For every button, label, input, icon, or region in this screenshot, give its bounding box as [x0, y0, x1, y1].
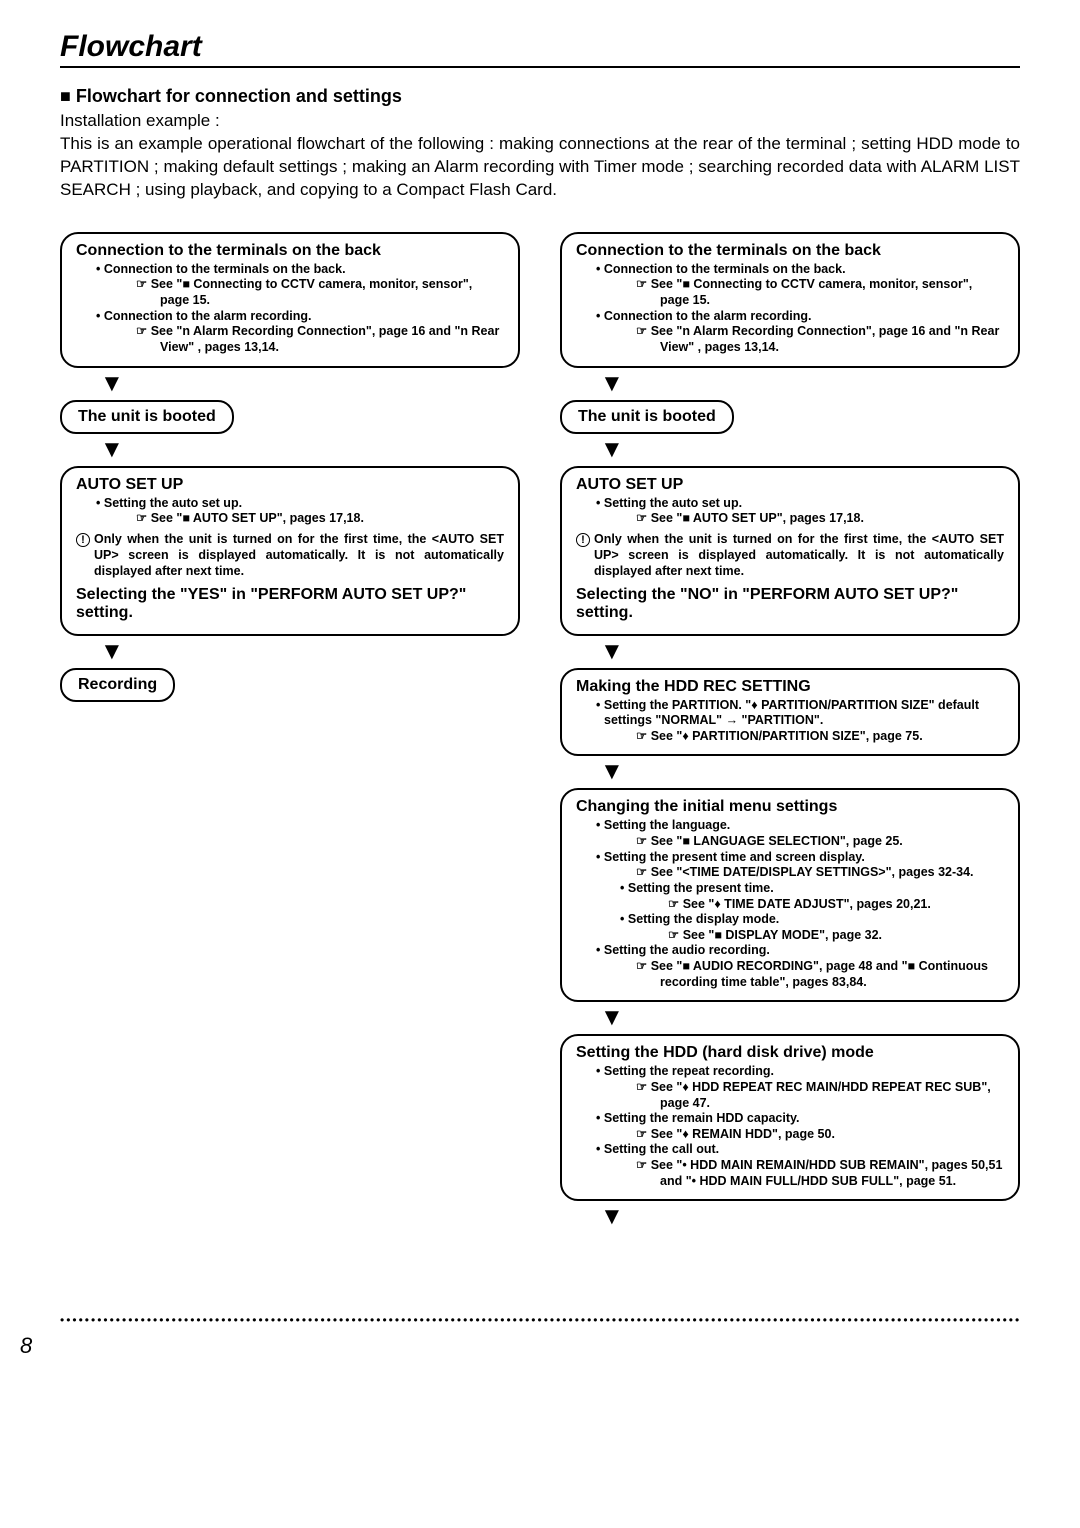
down-arrow-icon: ▼ [60, 636, 520, 668]
down-arrow-icon: ▼ [560, 434, 1020, 466]
down-arrow-icon: ▼ [560, 1201, 1020, 1233]
autoset-note: ! Only when the unit is turned on for the… [76, 531, 504, 580]
list-item: Setting the PARTITION. "♦ PARTITION/PART… [576, 698, 1004, 729]
page-footer-divider: ••••••••••••••••••••••••••••••••••••••••… [60, 1313, 1020, 1327]
autoset-note-text: Only when the unit is turned on for the … [94, 532, 504, 579]
box-hdd-rec-setting: Making the HDD REC SETTING Setting the P… [560, 668, 1020, 757]
box-booted-left: The unit is booted [60, 400, 234, 434]
list-item: Setting the repeat recording. [576, 1064, 1004, 1080]
cross-reference: See "■ LANGUAGE SELECTION", page 25. [576, 834, 1004, 850]
cross-reference: See "• HDD MAIN REMAIN/HDD SUB REMAIN", … [576, 1158, 1004, 1189]
flowchart-columns: Connection to the terminals on the back … [60, 232, 1020, 1234]
hddrec-title: Making the HDD REC SETTING [576, 678, 1004, 696]
autoset-title: AUTO SET UP [576, 476, 1004, 494]
page-number: 8 [20, 1333, 1020, 1359]
cross-reference: See "■ Connecting to CCTV camera, monito… [76, 277, 504, 308]
list-item: Setting the present time and screen disp… [576, 850, 1004, 866]
caution-icon: ! [76, 533, 90, 547]
list-item: Setting the call out. [576, 1142, 1004, 1158]
box-connection-right: Connection to the terminals on the back … [560, 232, 1020, 368]
list-item: Setting the auto set up. [76, 496, 504, 512]
installation-example-label: Installation example : [60, 111, 1020, 131]
column-yes-branch: Connection to the terminals on the back … [60, 232, 520, 1234]
list-item: Setting the language. [576, 818, 1004, 834]
unit-booted-label: The unit is booted [78, 408, 216, 425]
box-connection-title: Connection to the terminals on the back [76, 242, 504, 260]
down-arrow-icon: ▼ [560, 368, 1020, 400]
cross-reference: See "■ AUDIO RECORDING", page 48 and "■ … [576, 959, 1004, 990]
no-branch-title: Selecting the "NO" in "PERFORM AUTO SET … [576, 586, 1004, 622]
caution-icon: ! [576, 533, 590, 547]
down-arrow-icon: ▼ [560, 1002, 1020, 1034]
unit-booted-label: The unit is booted [578, 408, 716, 425]
list-item: Setting the auto set up. [576, 496, 1004, 512]
down-arrow-icon: ▼ [60, 368, 520, 400]
cross-reference: See "n Alarm Recording Connection", page… [76, 324, 504, 355]
cross-reference: See "n Alarm Recording Connection", page… [576, 324, 1004, 355]
box-hdd-mode: Setting the HDD (hard disk drive) mode S… [560, 1034, 1020, 1201]
down-arrow-icon: ▼ [560, 636, 1020, 668]
cross-reference: See "<TIME DATE/DISPLAY SETTINGS>", page… [576, 865, 1004, 881]
list-item: Connection to the terminals on the back. [76, 262, 504, 278]
list-item: Setting the audio recording. [576, 943, 1004, 959]
box-autoset-left: AUTO SET UP Setting the auto set up. See… [60, 466, 520, 636]
yes-branch-title: Selecting the "YES" in "PERFORM AUTO SET… [76, 586, 504, 622]
hddmode-title: Setting the HDD (hard disk drive) mode [576, 1044, 1004, 1062]
cross-reference: See "■ AUTO SET UP", pages 17,18. [76, 511, 504, 527]
cross-reference: See "♦ REMAIN HDD", page 50. [576, 1127, 1004, 1143]
down-arrow-icon: ▼ [60, 434, 520, 466]
page-title: Flowchart [60, 30, 1020, 68]
column-no-branch: Connection to the terminals on the back … [560, 232, 1020, 1234]
cross-reference: See "♦ TIME DATE ADJUST", pages 20,21. [576, 897, 1004, 913]
box-autoset-right: AUTO SET UP Setting the auto set up. See… [560, 466, 1020, 636]
box-connection-title: Connection to the terminals on the back [576, 242, 1004, 260]
box-initial-menu-settings: Changing the initial menu settings Setti… [560, 788, 1020, 1002]
list-item: Connection to the alarm recording. [76, 309, 504, 325]
initmenu-title: Changing the initial menu settings [576, 798, 1004, 816]
section-heading: ■ Flowchart for connection and settings [60, 86, 1020, 107]
list-item: Connection to the terminals on the back. [576, 262, 1004, 278]
autoset-note-text: Only when the unit is turned on for the … [594, 532, 1004, 579]
list-item: Setting the display mode. [576, 912, 1004, 928]
list-item: Setting the present time. [576, 881, 1004, 897]
cross-reference: See "♦ PARTITION/PARTITION SIZE", page 7… [576, 729, 1004, 745]
cross-reference: See "♦ HDD REPEAT REC MAIN/HDD REPEAT RE… [576, 1080, 1004, 1111]
intro-paragraph: This is an example operational flowchart… [60, 133, 1020, 202]
cross-reference: See "■ DISPLAY MODE", page 32. [576, 928, 1004, 944]
list-item: Setting the remain HDD capacity. [576, 1111, 1004, 1127]
cross-reference: See "■ AUTO SET UP", pages 17,18. [576, 511, 1004, 527]
autoset-title: AUTO SET UP [76, 476, 504, 494]
list-item: Connection to the alarm recording. [576, 309, 1004, 325]
box-connection-left: Connection to the terminals on the back … [60, 232, 520, 368]
autoset-note: ! Only when the unit is turned on for the… [576, 531, 1004, 580]
down-arrow-icon: ▼ [560, 756, 1020, 788]
recording-label: Recording [78, 676, 157, 693]
box-booted-right: The unit is booted [560, 400, 734, 434]
box-recording: Recording [60, 668, 175, 702]
cross-reference: See "■ Connecting to CCTV camera, monito… [576, 277, 1004, 308]
